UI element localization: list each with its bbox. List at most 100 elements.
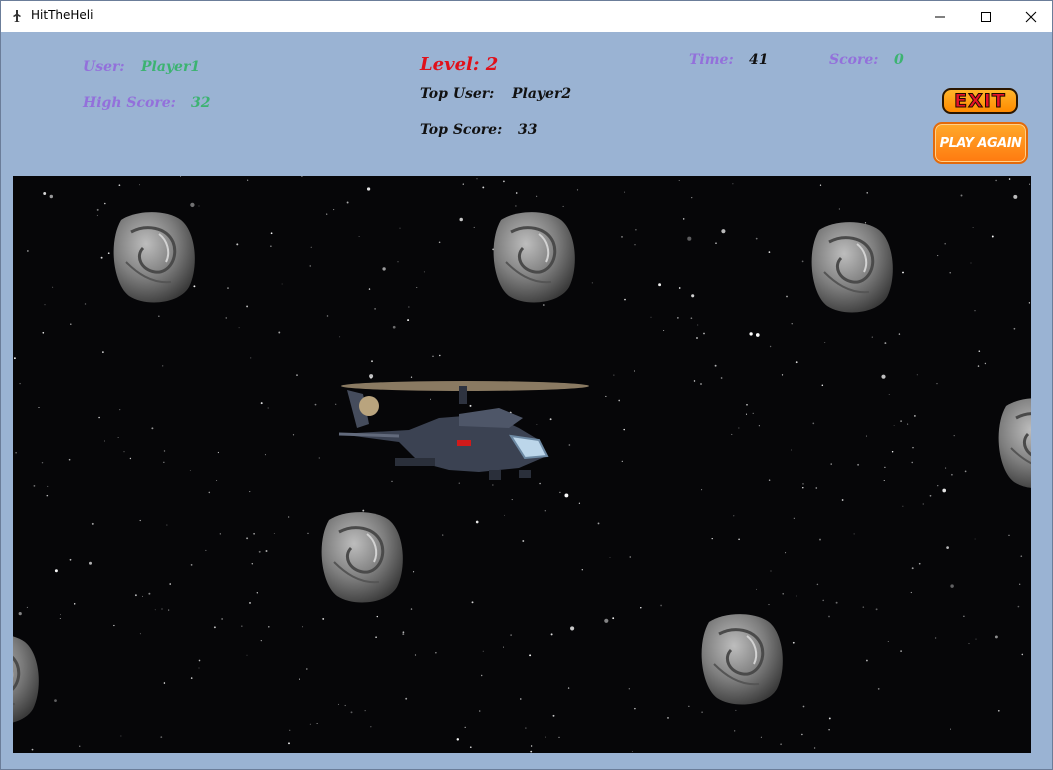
star xyxy=(1028,302,1031,304)
star xyxy=(309,723,311,725)
star xyxy=(225,317,227,319)
star xyxy=(997,709,1000,712)
minimize-button[interactable] xyxy=(917,1,963,32)
star xyxy=(900,650,902,652)
star xyxy=(841,499,844,501)
star xyxy=(369,374,374,379)
star xyxy=(994,635,998,639)
star xyxy=(1013,194,1018,199)
star xyxy=(270,232,273,235)
star xyxy=(813,747,816,749)
star xyxy=(785,552,787,554)
star xyxy=(246,305,249,308)
star xyxy=(691,196,693,199)
star xyxy=(430,398,431,400)
star xyxy=(949,272,951,274)
star xyxy=(44,304,46,306)
star xyxy=(14,357,16,360)
star xyxy=(180,176,181,177)
score-label: Score: xyxy=(829,52,879,68)
star xyxy=(552,714,555,717)
star xyxy=(423,271,425,273)
maximize-button[interactable] xyxy=(963,1,1009,32)
star xyxy=(260,402,263,405)
star xyxy=(634,244,636,246)
star xyxy=(711,537,713,540)
star xyxy=(780,743,782,746)
star xyxy=(735,709,737,711)
star xyxy=(529,654,532,657)
exit-button[interactable]: EXIT xyxy=(942,88,1018,114)
star xyxy=(945,467,947,469)
star xyxy=(687,236,692,241)
star xyxy=(475,520,479,524)
star xyxy=(838,208,840,210)
starfield xyxy=(13,176,1031,753)
star xyxy=(1013,327,1016,330)
star xyxy=(819,538,821,541)
star xyxy=(362,509,365,512)
star xyxy=(91,522,94,525)
star xyxy=(288,742,290,745)
play-again-button[interactable]: PLAY AGAIN xyxy=(933,122,1028,164)
asteroid xyxy=(320,510,405,604)
star xyxy=(738,538,740,541)
star xyxy=(907,423,909,425)
star xyxy=(621,236,623,238)
star xyxy=(568,444,571,446)
star xyxy=(891,450,894,453)
user-label: User: xyxy=(83,59,125,75)
star xyxy=(375,636,377,639)
star xyxy=(264,454,266,456)
star xyxy=(350,711,353,714)
star xyxy=(618,399,621,402)
star xyxy=(370,726,372,728)
star xyxy=(238,327,240,329)
star xyxy=(189,469,191,471)
star xyxy=(54,699,57,702)
star xyxy=(752,412,754,414)
star xyxy=(991,235,994,238)
star xyxy=(864,222,867,224)
star xyxy=(733,515,735,517)
star xyxy=(205,549,207,551)
star xyxy=(69,558,72,561)
star xyxy=(515,205,517,207)
star xyxy=(439,354,441,357)
asteroid xyxy=(492,210,577,304)
star xyxy=(578,502,581,504)
star xyxy=(462,183,464,185)
game-canvas[interactable] xyxy=(13,176,1031,753)
star xyxy=(949,728,952,730)
star xyxy=(760,736,762,738)
star xyxy=(755,588,757,590)
star xyxy=(216,480,218,481)
high-score-label: High Score: xyxy=(83,95,176,111)
close-button[interactable] xyxy=(1008,1,1052,32)
star xyxy=(828,615,830,618)
star xyxy=(249,491,251,493)
star xyxy=(536,195,538,197)
close-icon xyxy=(1025,11,1037,22)
star xyxy=(1029,183,1031,185)
asteroid xyxy=(112,210,197,304)
star xyxy=(405,697,408,700)
star xyxy=(539,482,541,485)
star xyxy=(326,213,328,215)
minimize-icon xyxy=(935,16,945,17)
star xyxy=(314,403,317,406)
star xyxy=(301,176,303,177)
star xyxy=(89,561,92,565)
star xyxy=(18,612,22,616)
star xyxy=(934,637,937,639)
star xyxy=(227,287,229,289)
star xyxy=(902,505,904,507)
star xyxy=(322,617,325,620)
star xyxy=(682,218,685,220)
star xyxy=(333,209,335,211)
star xyxy=(458,482,461,484)
star xyxy=(134,594,137,597)
star xyxy=(898,333,901,335)
play-again-button-label: PLAY AGAIN xyxy=(939,135,1022,151)
star xyxy=(335,403,337,405)
